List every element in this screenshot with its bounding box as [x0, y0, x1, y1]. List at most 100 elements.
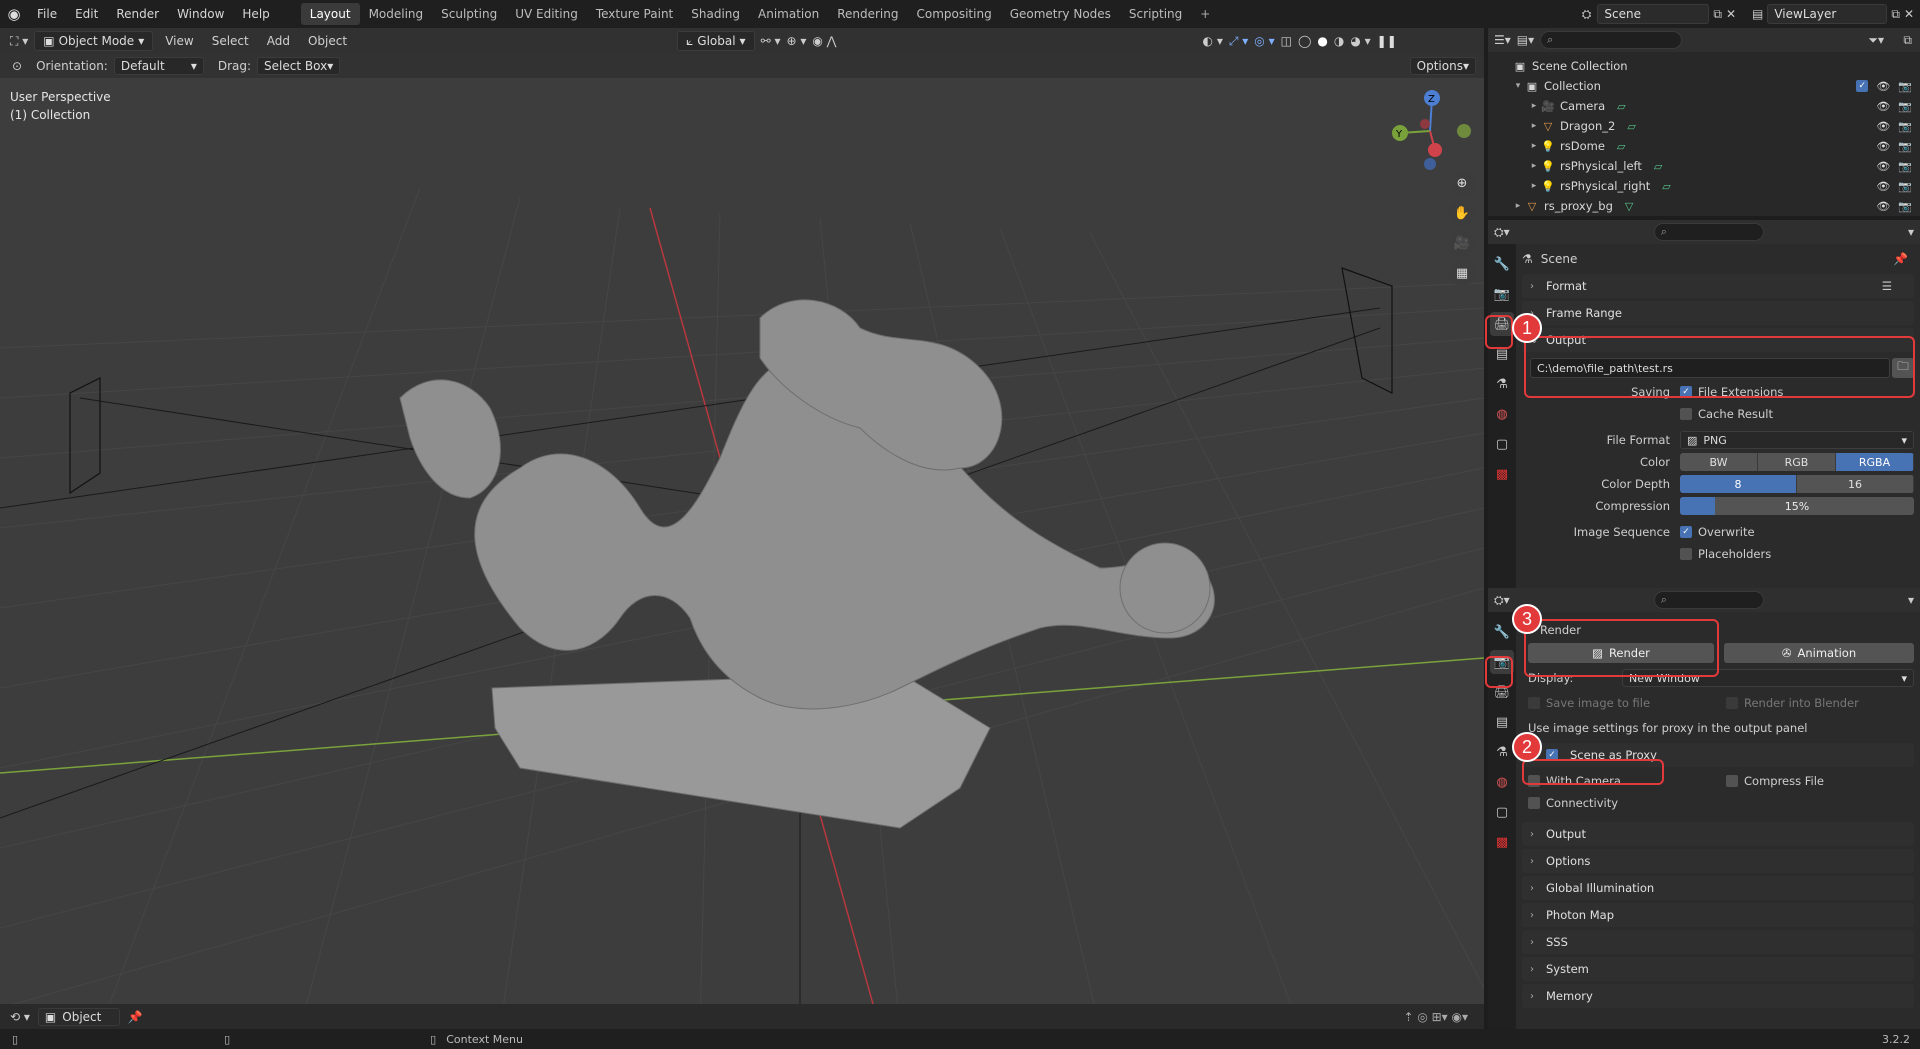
texture-tab-icon[interactable]: ▩ — [1490, 830, 1514, 854]
collection-tab-icon[interactable]: ▢ — [1490, 432, 1514, 456]
pan-hand-icon[interactable]: ✋ — [1449, 200, 1475, 226]
new-collection-icon[interactable]: ⧉ — [1903, 33, 1912, 48]
expand-down-icon[interactable]: ▾ — [1512, 81, 1524, 91]
expand-right-icon[interactable]: ▸ — [1512, 201, 1524, 211]
world-tab-icon[interactable]: ◍ — [1490, 402, 1514, 426]
display-mode-icon[interactable]: ▤▾ — [1517, 33, 1534, 47]
expand-right-icon[interactable]: ▸ — [1528, 161, 1540, 171]
add-workspace-button[interactable]: + — [1191, 3, 1219, 25]
tab-uv-editing[interactable]: UV Editing — [506, 3, 587, 25]
depth-8-option[interactable]: 8 — [1680, 475, 1797, 493]
tab-shading[interactable]: Shading — [682, 3, 749, 25]
save-image-checkbox[interactable] — [1528, 697, 1540, 709]
scene-tab-icon[interactable]: ⚗ — [1490, 740, 1514, 764]
eye-icon[interactable]: 👁 — [1876, 140, 1890, 153]
tab-geometry-nodes[interactable]: Geometry Nodes — [1001, 3, 1120, 25]
menu-view[interactable]: View — [159, 34, 199, 48]
visibility-icon[interactable]: ◐ ▾ — [1203, 34, 1223, 48]
outliner-item[interactable]: ▸ ▽ Dragon_2 ▱ 👁 📷 — [1488, 116, 1920, 136]
rsphysical-left-gizmo[interactable] — [69, 377, 101, 495]
collection-tab-icon[interactable]: ▢ — [1490, 800, 1514, 824]
view-layer-icon[interactable]: ▤ — [1752, 7, 1763, 21]
view-layer-field[interactable]: ViewLayer — [1767, 4, 1888, 24]
frame-range-panel-header[interactable]: › Frame Range — [1522, 301, 1914, 325]
tab-sculpting[interactable]: Sculpting — [432, 3, 506, 25]
render-tab-icon[interactable]: 📷 — [1490, 282, 1514, 306]
properties-search-input[interactable]: ⌕ — [1653, 223, 1764, 241]
shading-rendered-icon[interactable]: ◕ ▾ — [1350, 34, 1370, 48]
compression-slider[interactable]: 15% — [1680, 497, 1914, 515]
camera-render-icon[interactable]: 📷 — [1898, 80, 1912, 93]
section-photon-map-header[interactable]: › Photon Map — [1522, 903, 1914, 927]
3d-viewport[interactable]: ⛶ ▾ ▣ Object Mode ▾ View Select Add Obje… — [0, 28, 1484, 1029]
outliner-item[interactable]: ▸ 💡 rsPhysical_right ▱ 👁 📷 — [1488, 176, 1920, 196]
overwrite-checkbox[interactable]: ✓ — [1680, 526, 1692, 538]
tab-modeling[interactable]: Modeling — [360, 3, 433, 25]
camera-render-icon[interactable]: 📷 — [1898, 180, 1912, 193]
outliner-item[interactable]: ▸ ▽ rs_proxy_bg ▽ 👁 📷 — [1488, 196, 1920, 216]
dragon-model[interactable] — [399, 299, 1215, 829]
expand-right-icon[interactable]: ▸ — [1528, 141, 1540, 151]
zoom-icon[interactable]: ⊕ — [1449, 170, 1475, 196]
chevron-down-icon[interactable]: ▾ — [1908, 593, 1914, 607]
camera-render-icon[interactable]: 📷 — [1898, 160, 1912, 173]
editor-type-icon[interactable]: ⛭▾ — [1494, 225, 1510, 240]
proportional-edit-icon[interactable]: ◉ ⋀ — [812, 34, 836, 48]
expand-right-icon[interactable]: ▸ — [1528, 121, 1540, 131]
eye-icon[interactable]: 👁 — [1876, 100, 1890, 113]
tab-animation[interactable]: Animation — [749, 3, 828, 25]
snap-icon[interactable]: ⊕ ▾ — [786, 34, 806, 48]
camera-render-icon[interactable]: 📷 — [1898, 120, 1912, 133]
drag-dropdown[interactable]: Select Box ▾ — [257, 57, 341, 75]
camera-render-icon[interactable]: 📷 — [1898, 140, 1912, 153]
animation-button[interactable]: ✇ Animation — [1724, 643, 1914, 663]
tool-tab-icon[interactable]: 🔧 — [1490, 252, 1514, 276]
section-options-header[interactable]: › Options — [1522, 849, 1914, 873]
overlay-toggle-icon[interactable]: ◎ ▾ — [1254, 34, 1274, 48]
camera-view-icon[interactable]: 🎥 — [1449, 230, 1475, 256]
file-format-dropdown[interactable]: ▨ PNG ▾ — [1680, 431, 1914, 449]
expand-right-icon[interactable]: ▸ — [1528, 181, 1540, 191]
outliner-item[interactable]: ▸ 💡 rsDome ▱ 👁 📷 — [1488, 136, 1920, 156]
connectivity-checkbox[interactable] — [1528, 797, 1540, 809]
camera-render-icon[interactable]: 📷 — [1898, 100, 1912, 113]
menu-add[interactable]: Add — [261, 34, 296, 48]
menu-file[interactable]: File — [28, 0, 66, 28]
tab-compositing[interactable]: Compositing — [907, 3, 1000, 25]
presets-icon[interactable]: ☰ — [1882, 279, 1892, 293]
menu-edit[interactable]: Edit — [66, 0, 107, 28]
delete-scene-icon[interactable]: ✕ — [1726, 7, 1736, 21]
compress-file-checkbox[interactable] — [1726, 775, 1738, 787]
editor-type-icon[interactable]: ⟲ ▾ — [10, 1010, 30, 1024]
scene-tab-icon[interactable]: ⚗ — [1490, 372, 1514, 396]
select-tool-icon[interactable]: ⊙ — [12, 59, 22, 73]
properties-search-input[interactable]: ⌕ — [1653, 591, 1764, 609]
mode-dropdown[interactable]: ▣ Object Mode ▾ — [34, 31, 154, 51]
menu-window[interactable]: Window — [168, 0, 233, 28]
texture-tab-icon[interactable]: ▩ — [1490, 462, 1514, 486]
scene-icon[interactable]: ⛭ — [1582, 7, 1592, 22]
section-output-header[interactable]: › Output — [1522, 822, 1914, 846]
collection-row[interactable]: ▾ ▣ Collection ✓ 👁 📷 — [1488, 76, 1920, 96]
color-rgb-option[interactable]: RGB — [1758, 453, 1836, 471]
expand-right-icon[interactable]: ▸ — [1528, 101, 1540, 111]
eye-icon[interactable]: 👁 — [1876, 120, 1890, 133]
tab-layout[interactable]: Layout — [300, 3, 360, 25]
pin-icon[interactable]: 📌 — [1893, 252, 1908, 266]
gizmo-toggle-icon[interactable]: ⤢ ▾ — [1229, 34, 1248, 49]
depth-16-option[interactable]: 16 — [1797, 475, 1914, 493]
orientation-dropdown[interactable]: Default ▾ — [113, 57, 204, 75]
new-view-layer-icon[interactable]: ⧉ — [1891, 7, 1900, 22]
eye-icon[interactable]: 👁 — [1876, 160, 1890, 173]
scene-field[interactable]: Scene — [1597, 4, 1710, 24]
menu-object[interactable]: Object — [302, 34, 353, 48]
section-sss-header[interactable]: › SSS — [1522, 930, 1914, 954]
shading-material-icon[interactable]: ◑ — [1334, 34, 1344, 48]
ortho-toggle-icon[interactable]: ▦ — [1449, 260, 1475, 286]
options-dropdown[interactable]: Options ▾ — [1409, 57, 1476, 75]
object-mode-dropdown[interactable]: ▣ Object — [37, 1007, 120, 1026]
placeholders-checkbox[interactable] — [1680, 548, 1692, 560]
transform-orientation-dropdown[interactable]: ⟀ Global ▾ — [677, 31, 755, 51]
format-panel-header[interactable]: › Format ☰ — [1522, 274, 1914, 298]
outliner-item[interactable]: ▸ 🎥 Camera ▱ 👁 📷 — [1488, 96, 1920, 116]
